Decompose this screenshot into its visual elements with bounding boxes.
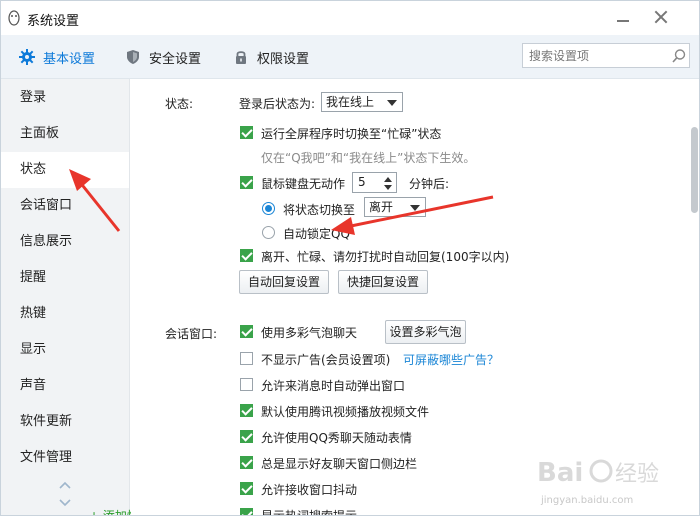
tab-basic-settings[interactable]: 基本设置 xyxy=(19,35,95,79)
auto-lock-radio[interactable] xyxy=(262,226,275,239)
fullscreen-note: 仅在“Q我吧”和“我在线上”状态下生效。 xyxy=(261,151,476,165)
sidebar-scroll-chevrons-icon[interactable] xyxy=(55,478,75,510)
hide-ads-checkbox[interactable] xyxy=(240,352,253,365)
stepper-down-icon[interactable] xyxy=(384,185,392,190)
search-icon[interactable] xyxy=(671,48,687,64)
login-status-value: 我在线上 xyxy=(326,95,375,109)
login-status-label: 登录后状态为: xyxy=(239,97,316,111)
minimize-button[interactable] xyxy=(611,5,635,29)
sidebar-item-software-update[interactable]: 软件更新 xyxy=(1,404,129,440)
scrollbar-thumb[interactable] xyxy=(691,127,698,213)
tab-label: 基本设置 xyxy=(43,51,96,67)
chevron-down-icon xyxy=(387,100,397,106)
chat-sidebar-label: 总是显示好友聊天窗口侧边栏 xyxy=(261,457,418,471)
close-button[interactable] xyxy=(649,5,673,29)
hide-ads-label: 不显示广告(会员设置项) xyxy=(261,353,391,367)
tab-bar: 基本设置 安全设置 权限设置 xyxy=(1,35,699,79)
tab-permission-settings[interactable]: 权限设置 xyxy=(233,35,309,79)
hot-search-label: 显示热词搜索提示 xyxy=(261,509,358,516)
qq-show-label: 允许使用QQ秀聊天随动表情 xyxy=(261,431,412,445)
svg-text:经验: 经验 xyxy=(615,462,659,487)
window-shake-checkbox[interactable] xyxy=(240,482,253,495)
sidebar-item-display[interactable]: 显示 xyxy=(1,332,129,368)
auto-reply-label: 离开、忙碌、请勿打扰时自动回复(100字以内) xyxy=(261,250,510,264)
blockable-ads-link[interactable]: 可屏蔽哪些广告？ xyxy=(403,351,499,368)
chat-sidebar-checkbox[interactable] xyxy=(240,456,253,469)
auto-popup-checkbox[interactable] xyxy=(240,378,253,391)
auto-lock-label: 自动锁定QQ xyxy=(283,227,350,241)
search-box[interactable] xyxy=(522,43,690,68)
sidebar-item-main-panel[interactable]: 主面板 xyxy=(1,116,129,152)
fullscreen-busy-checkbox[interactable] xyxy=(240,126,253,139)
idle-checkbox[interactable] xyxy=(240,176,253,189)
status-section-title: 状态: xyxy=(165,97,194,111)
tencent-video-checkbox[interactable] xyxy=(240,404,253,417)
colorful-bubble-label: 使用多彩气泡聊天 xyxy=(261,326,358,340)
fullscreen-busy-label: 运行全屏程序时切换至“忙碌”状态 xyxy=(261,127,442,141)
sidebar: 登录 主面板 状态 会话窗口 信息展示 提醒 热键 显示 声音 软件更新 文件管… xyxy=(1,79,130,515)
stepper-up-icon[interactable] xyxy=(384,177,392,182)
sidebar-item-info-display[interactable]: 信息展示 xyxy=(1,224,129,260)
idle-suffix: 分钟后: xyxy=(409,177,450,191)
sidebar-item-sound[interactable]: 声音 xyxy=(1,368,129,404)
sidebar-item-hotkeys[interactable]: 热键 xyxy=(1,296,129,332)
tencent-video-label: 默认使用腾讯视频播放视频文件 xyxy=(261,405,430,419)
colorful-bubble-checkbox[interactable] xyxy=(240,325,253,338)
search-input[interactable] xyxy=(523,44,663,67)
auto-reply-settings-button[interactable]: 自动回复设置 xyxy=(239,270,329,294)
tab-label: 安全设置 xyxy=(149,51,202,67)
sidebar-item-reminder[interactable]: 提醒 xyxy=(1,260,129,296)
settings-window: 系统设置 基本设置 安全设置 权限设置 搜索设置项 登录 主面板 状态 会话窗口… xyxy=(0,0,700,516)
hot-search-checkbox[interactable] xyxy=(240,508,253,515)
quick-reply-settings-button[interactable]: 快捷回复设置 xyxy=(338,270,428,294)
idle-label: 鼠标键盘无动作 xyxy=(261,177,346,191)
idle-switch-radio[interactable] xyxy=(262,202,275,215)
sidebar-item-file-management[interactable]: 文件管理 xyxy=(1,440,129,476)
idle-switch-label: 将状态切换至 xyxy=(283,203,356,217)
sidebar-item-chat-window[interactable]: 会话窗口 xyxy=(1,188,129,224)
sidebar-item-status[interactable]: 状态 xyxy=(1,152,129,188)
window-title: 系统设置 xyxy=(27,14,80,29)
idle-minutes-stepper[interactable]: 5 xyxy=(352,172,397,193)
idle-minutes-value: 5 xyxy=(358,175,366,189)
svg-text:Bai: Bai xyxy=(537,458,583,488)
login-status-select[interactable]: 我在线上 xyxy=(321,92,403,112)
chevron-down-icon xyxy=(410,205,420,211)
idle-switch-select[interactable]: 离开 xyxy=(364,197,426,217)
tab-label: 权限设置 xyxy=(257,51,310,67)
title-bar: 系统设置 xyxy=(1,1,699,35)
qq-penguin-icon xyxy=(8,10,20,26)
lock-icon xyxy=(236,51,246,64)
qq-show-checkbox[interactable] xyxy=(240,430,253,443)
idle-switch-value: 离开 xyxy=(369,200,394,214)
gear-icon xyxy=(19,49,35,65)
sidebar-item-login[interactable]: 登录 xyxy=(1,80,129,116)
auto-popup-label: 允许来消息时自动弹出窗口 xyxy=(261,379,406,393)
auto-reply-checkbox[interactable] xyxy=(240,249,253,262)
chat-section-title: 会话窗口: xyxy=(165,327,218,341)
window-shake-label: 允许接收窗口抖动 xyxy=(261,483,358,497)
set-bubble-button[interactable]: 设置多彩气泡 xyxy=(385,320,466,344)
tab-security-settings[interactable]: 安全设置 xyxy=(125,35,201,79)
watermark-url: jingyan.baidu.com xyxy=(541,495,634,506)
shield-icon xyxy=(127,50,139,64)
